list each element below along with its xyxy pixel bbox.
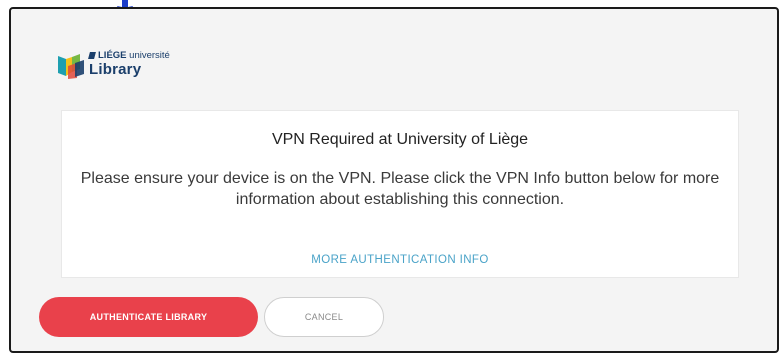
logo-brand-name: LIÉGE [98,49,127,61]
message-card: VPN Required at University of Liège Plea… [61,110,739,278]
cancel-button[interactable]: CANCEL [264,297,384,337]
liege-logo-icon [58,54,84,79]
logo-brand-suffix: université [129,49,170,61]
dialog-message: Please ensure your device is on the VPN.… [80,170,720,208]
logo-university-text: LIÉGE université [88,49,170,61]
vpn-dialog: LIÉGE université Library VPN Required at… [9,7,779,353]
dialog-title: VPN Required at University of Liège [271,131,529,148]
authenticate-library-button[interactable]: AUTHENTICATE LIBRARY [39,297,258,337]
logo-library-text: Library [89,61,142,79]
library-logo: LIÉGE université Library [55,49,170,79]
flag-icon [88,52,96,59]
more-authentication-info-link[interactable]: MORE AUTHENTICATION INFO [62,254,738,266]
